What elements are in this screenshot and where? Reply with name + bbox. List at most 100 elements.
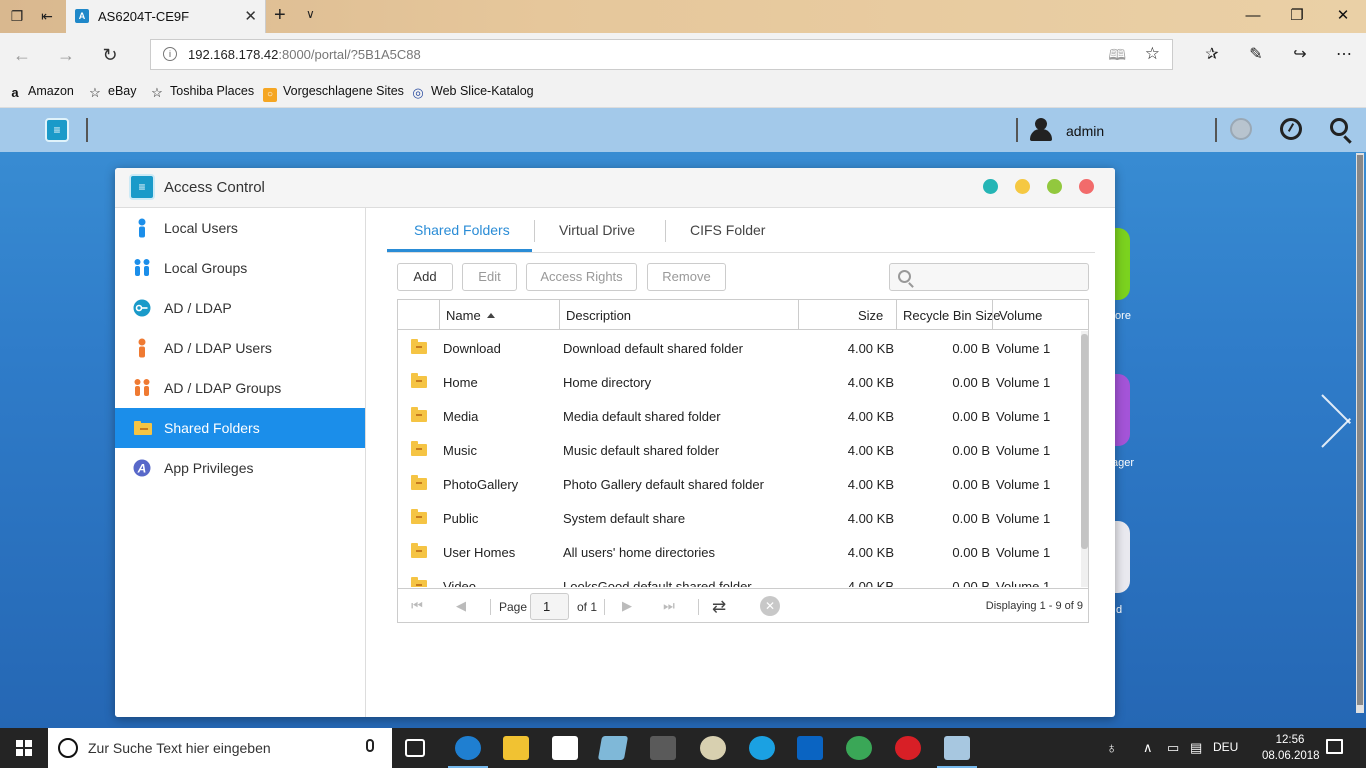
search-input[interactable] [889, 263, 1089, 291]
back-icon[interactable]: ← [10, 44, 34, 66]
chrome-icon[interactable] [846, 736, 872, 760]
internet-explorer-icon[interactable] [749, 736, 775, 760]
next-page-arrow-icon[interactable] [1322, 388, 1356, 448]
sidebar-item-local-groups[interactable]: Local Groups [115, 248, 365, 288]
remove-button[interactable]: Remove [647, 263, 726, 291]
windows-start-icon[interactable] [16, 740, 32, 756]
table-row[interactable]: User Homes All users' home directories 4… [398, 535, 1078, 569]
file-explorer-icon[interactable] [503, 736, 529, 760]
close-window-icon[interactable]: ✕ [1320, 6, 1366, 28]
table-row[interactable]: PhotoGallery Photo Gallery default share… [398, 467, 1078, 501]
disc-icon[interactable] [700, 736, 726, 760]
add-button[interactable]: Add [397, 263, 453, 291]
minimize-icon[interactable]: — [1230, 6, 1276, 28]
tab-cifs-folder[interactable]: CIFS Folder [690, 222, 765, 238]
network-icon[interactable]: ▤ [1190, 740, 1202, 756]
input-language[interactable]: DEU [1213, 740, 1238, 754]
tab-shared-folders[interactable]: Shared Folders [414, 222, 510, 238]
table-row[interactable]: Media Media default shared folder 4.00 K… [398, 399, 1078, 433]
table-scrollbar-thumb[interactable] [1081, 334, 1088, 549]
column-header-size[interactable]: Size [858, 308, 883, 323]
clear-icon[interactable]: ✕ [760, 596, 780, 616]
user-avatar-icon[interactable] [1028, 118, 1054, 142]
people-icon[interactable]: ♁ [1106, 740, 1117, 757]
fav-suggested-sites[interactable]: ○ Vorgeschlagene Sites [263, 84, 404, 102]
search-icon[interactable] [1330, 118, 1348, 136]
microphone-icon[interactable] [366, 739, 374, 752]
address-url[interactable]: 192.168.178.42:8000/portal/?5B1A5C88 [188, 47, 421, 62]
edit-button[interactable]: Edit [462, 263, 517, 291]
table-scrollbar[interactable] [1081, 331, 1088, 587]
sidebar-item-ad-ldap-users[interactable]: AD / LDAP Users [115, 328, 365, 368]
set-aside-tabs-icon[interactable]: ⇤ [36, 6, 58, 26]
fav-web-slice[interactable]: ◎ Web Slice-Katalog [411, 84, 533, 100]
fav-ebay[interactable]: ☆ eBay [88, 84, 136, 100]
paint-tool-icon[interactable] [650, 736, 676, 760]
table-row[interactable]: Public System default share 4.00 KB 0.00… [398, 501, 1078, 535]
tab-list-chevron-icon[interactable]: ∨ [306, 7, 315, 21]
table-row[interactable]: Video LooksGood default shared folder 4.… [398, 569, 1078, 587]
battery-icon[interactable]: ▭ [1167, 740, 1179, 756]
column-header-name[interactable]: Name [446, 308, 495, 323]
action-center-icon[interactable] [1326, 739, 1343, 754]
more-menu-icon[interactable]: ⋯ [1332, 44, 1356, 66]
notepad-icon[interactable] [597, 736, 629, 760]
favorite-star-icon[interactable]: ☆ [1145, 44, 1160, 64]
new-tab-icon[interactable]: + [274, 4, 286, 27]
forward-icon[interactable]: → [54, 44, 78, 66]
refresh-icon[interactable]: ↻ [98, 44, 122, 66]
system-clock[interactable]: 12:56 08.06.2018 [1262, 732, 1320, 764]
site-info-icon[interactable]: i [163, 47, 177, 61]
tab-manager-icon[interactable]: ❐ [6, 6, 28, 26]
refresh-icon[interactable]: ⇄ [712, 597, 726, 617]
sidebar-item-ad-ldap-groups[interactable]: AD / LDAP Groups [115, 368, 365, 408]
notification-bell-icon[interactable] [1230, 118, 1252, 140]
sidebar-item-ad-ldap[interactable]: AD / LDAP [115, 288, 365, 328]
table-row[interactable]: Download Download default shared folder … [398, 331, 1078, 365]
column-header-volume[interactable]: Volume [999, 308, 1042, 323]
pin-window-button[interactable] [983, 179, 998, 194]
fav-amazon[interactable]: a Amazon [8, 84, 73, 100]
address-bar[interactable]: i 192.168.178.42:8000/portal/?5B1A5C88 🕮… [150, 39, 1173, 70]
cortana-icon[interactable] [58, 738, 78, 758]
table-row[interactable]: Music Music default shared folder 4.00 K… [398, 433, 1078, 467]
tab-virtual-drive[interactable]: Virtual Drive [559, 222, 635, 238]
taskbar-search-box[interactable]: Zur Suche Text hier eingeben [48, 728, 392, 768]
sidebar-item-local-users[interactable]: Local Users [115, 208, 365, 248]
browser-tab[interactable]: A AS6204T-CE9F ✕ [66, 0, 266, 33]
access-rights-button[interactable]: Access Rights [526, 263, 637, 291]
store-icon[interactable] [552, 736, 578, 760]
current-user-name[interactable]: admin [1066, 123, 1104, 139]
scrollbar-thumb[interactable] [1357, 155, 1363, 705]
column-header-description[interactable]: Description [566, 308, 631, 323]
page-scrollbar[interactable] [1356, 153, 1364, 713]
restore-icon[interactable]: ❐ [1274, 6, 1320, 28]
window-app-icon[interactable] [944, 736, 970, 760]
edge-browser-icon[interactable] [455, 736, 481, 760]
table-row[interactable]: Home Home directory 4.00 KB 0.00 B Volum… [398, 365, 1078, 399]
next-page-icon[interactable]: ▶ [620, 599, 634, 613]
dashboard-gauge-icon[interactable] [1280, 118, 1302, 140]
sidebar-item-shared-folders[interactable]: Shared Folders [115, 408, 365, 448]
page-number-input[interactable]: 1 [530, 593, 569, 620]
favorites-hub-icon[interactable]: ✰ [1200, 44, 1224, 66]
share-icon[interactable]: ↪ [1288, 44, 1312, 66]
first-page-icon[interactable]: ⏮ [410, 599, 424, 613]
close-window-button[interactable] [1079, 179, 1094, 194]
minimize-window-button[interactable] [1015, 179, 1030, 194]
column-header-recycle-bin-size[interactable]: Recycle Bin Size [903, 308, 1001, 323]
nas-app-launcher-icon[interactable]: ≡ [45, 118, 69, 142]
last-page-icon[interactable]: ⏭ [662, 599, 676, 613]
sidebar-item-app-privileges[interactable]: A App Privileges [115, 448, 365, 488]
web-note-icon[interactable]: ✎ [1244, 44, 1268, 66]
security-app-icon[interactable] [895, 736, 921, 760]
outlook-icon[interactable] [797, 736, 823, 760]
show-hidden-icons-chevron-icon[interactable]: ∧ [1143, 740, 1153, 756]
tab-close-icon[interactable]: ✕ [244, 7, 257, 25]
fav-toshiba-places[interactable]: ☆ Toshiba Places [150, 84, 254, 100]
maximize-window-button[interactable] [1047, 179, 1062, 194]
reading-view-icon[interactable]: 🕮 [1108, 45, 1126, 70]
window-title-bar[interactable]: ≡ Access Control [115, 168, 1115, 208]
previous-page-icon[interactable]: ◀ [454, 599, 468, 613]
task-view-icon[interactable] [405, 739, 425, 757]
